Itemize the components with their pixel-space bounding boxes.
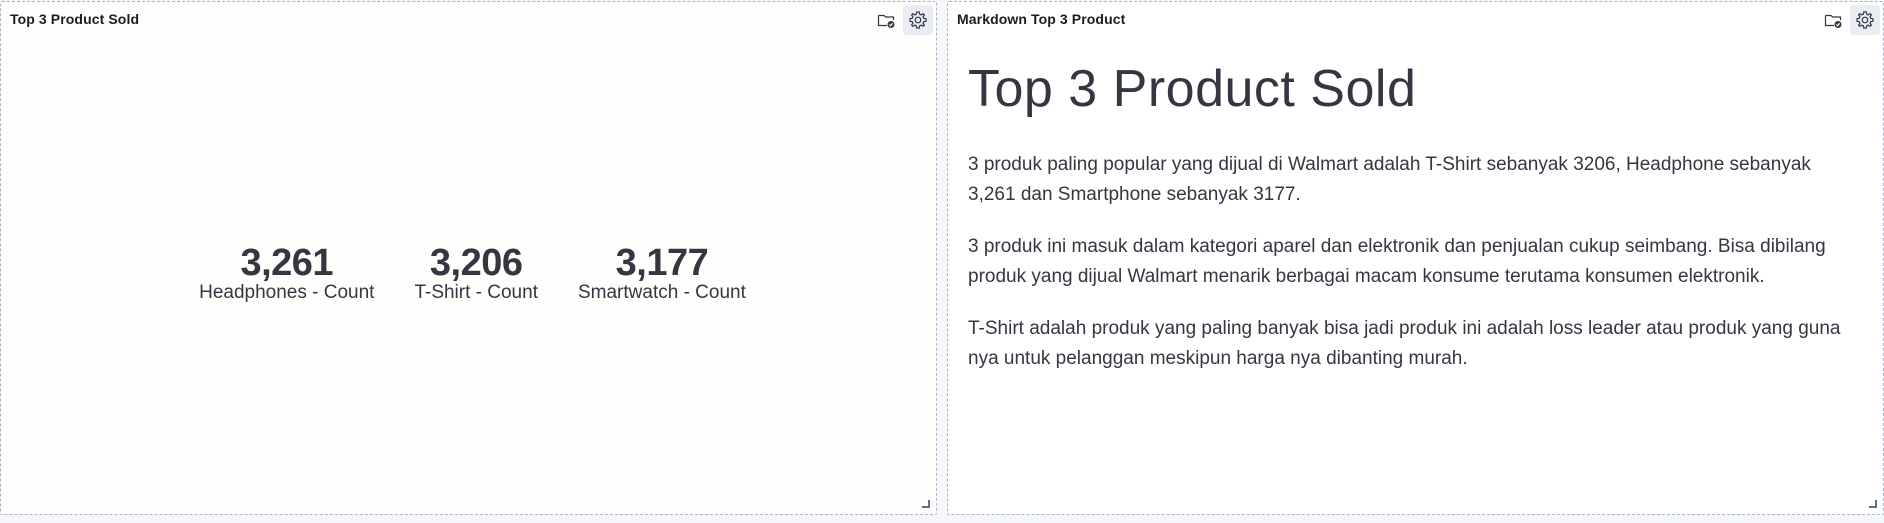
dashboard-panel-markdown: Markdown Top 3 Product Top 3 Product Sol… — [947, 1, 1884, 515]
metric-tshirt: 3,206 T-Shirt - Count — [414, 242, 538, 304]
metric-label: Smartwatch - Count — [577, 282, 746, 303]
metric-value: 3,261 — [240, 242, 334, 284]
dashboard-panel-top-3-product-sold: Top 3 Product Sold 3,261 Headphones - Co… — [0, 1, 937, 515]
panel-settings-button[interactable] — [1850, 5, 1880, 35]
markdown-paragraph-3: T-Shirt adalah produk yang paling banyak… — [968, 318, 1841, 369]
resize-handle-icon[interactable] — [922, 500, 930, 508]
folder-check-icon — [1824, 14, 1842, 28]
metric-label: Headphones - Count — [199, 282, 375, 303]
panel-title: Top 3 Product Sold — [10, 11, 140, 27]
panel-title: Markdown Top 3 Product — [957, 11, 1126, 27]
panel-actions — [1818, 5, 1880, 35]
metric-list: 3,261 Headphones - Count 3,206 T-Shirt -… — [199, 242, 746, 304]
markdown-paragraph-1: 3 produk paling popular yang dijual di W… — [968, 154, 1811, 205]
metric-value: 3,177 — [615, 242, 709, 284]
panel-header: Top 3 Product Sold — [1, 2, 936, 36]
metric-value: 3,206 — [429, 242, 523, 284]
metric-smartwatch: 3,177 Smartwatch - Count — [578, 242, 746, 304]
resize-handle-icon[interactable] — [1869, 500, 1877, 508]
markdown-content: Top 3 Product Sold 3 produk paling popul… — [968, 52, 1853, 396]
markdown-paragraph-2: 3 produk ini masuk dalam kategori aparel… — [968, 236, 1826, 287]
folder-check-button[interactable] — [1818, 5, 1848, 35]
metric-headphones: 3,261 Headphones - Count — [199, 242, 374, 304]
panel-settings-button[interactable] — [903, 5, 933, 35]
metric-label: T-Shirt - Count — [414, 282, 538, 303]
panel-actions — [871, 5, 933, 35]
folder-check-icon — [877, 14, 895, 28]
panel-header: Markdown Top 3 Product — [948, 2, 1883, 36]
gear-icon — [1856, 11, 1874, 29]
folder-check-button[interactable] — [871, 5, 901, 35]
metric-visualization: 3,261 Headphones - Count 3,206 T-Shirt -… — [1, 242, 938, 304]
gear-icon — [909, 11, 927, 29]
markdown-heading: Top 3 Product Sold — [968, 60, 1417, 118]
